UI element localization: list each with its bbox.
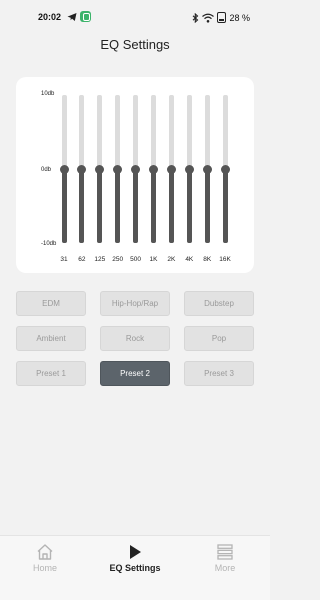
preset-button-ambient[interactable]: Ambient bbox=[16, 326, 86, 351]
eq-slider-fill bbox=[222, 169, 228, 243]
nav-home-label: Home bbox=[32, 563, 57, 573]
eq-slider-thumb[interactable] bbox=[95, 164, 105, 174]
battery-icon bbox=[217, 12, 227, 23]
preset-button-preset-2[interactable]: Preset 2 bbox=[100, 361, 170, 386]
eq-slider-thumb[interactable] bbox=[113, 164, 123, 174]
eq-slider-fill bbox=[151, 169, 156, 243]
db-label-max: 10db bbox=[41, 91, 55, 97]
battery-percent: 28 % bbox=[229, 12, 250, 23]
eq-slider-thumb[interactable] bbox=[184, 164, 194, 174]
app-notification-icon bbox=[80, 11, 91, 22]
eq-settings-screen: 20:02 28 % EQ Settings 10db 0db -10db 31… bbox=[0, 0, 270, 600]
eq-band-slider[interactable]: 125 bbox=[91, 95, 109, 265]
nav-home[interactable]: Home bbox=[0, 536, 90, 600]
eq-band-slider[interactable]: 4K bbox=[180, 95, 198, 265]
eq-slider-thumb[interactable] bbox=[131, 164, 141, 174]
preset-button-preset-3[interactable]: Preset 3 bbox=[184, 361, 254, 386]
status-right: 28 % bbox=[192, 12, 250, 23]
more-icon bbox=[217, 544, 233, 560]
eq-slider-fill bbox=[61, 169, 67, 243]
preset-button-preset-1[interactable]: Preset 1 bbox=[16, 361, 86, 386]
eq-band-slider[interactable]: 250 bbox=[109, 95, 127, 265]
nav-more-label: More bbox=[214, 563, 236, 573]
nav-eq-settings[interactable]: EQ Settings bbox=[90, 536, 180, 600]
eq-slider-fill bbox=[204, 169, 210, 243]
page-title: EQ Settings bbox=[100, 37, 170, 52]
eq-band-slider[interactable]: 500 bbox=[127, 95, 145, 265]
bluetooth-icon bbox=[193, 12, 199, 23]
eq-slider-thumb[interactable] bbox=[166, 164, 176, 174]
status-bar: 20:02 28 % bbox=[0, 0, 270, 30]
telegram-icon bbox=[67, 13, 77, 21]
preset-button-hip-hop-rap[interactable]: Hip-Hop/Rap bbox=[100, 291, 170, 316]
eq-slider-fill bbox=[79, 169, 85, 243]
nav-eq-settings-label: EQ Settings bbox=[109, 563, 161, 573]
eq-slider-thumb[interactable] bbox=[220, 164, 230, 174]
preset-button-rock[interactable]: Rock bbox=[100, 326, 170, 351]
eq-band-slider[interactable]: 8K bbox=[198, 95, 216, 265]
wifi-icon bbox=[202, 13, 215, 23]
preset-button-edm[interactable]: EDM bbox=[16, 291, 86, 316]
eq-slider-thumb[interactable] bbox=[77, 164, 87, 174]
eq-slider-fill bbox=[97, 169, 103, 243]
status-time: 20:02 bbox=[38, 12, 62, 22]
eq-slider-thumb[interactable] bbox=[59, 164, 69, 174]
eq-slider-fill bbox=[168, 169, 174, 243]
eq-band-slider[interactable]: 2K bbox=[162, 95, 180, 265]
eq-band-slider[interactable]: 31 bbox=[55, 95, 73, 265]
db-label-mid: 0db bbox=[41, 167, 52, 173]
bottom-nav: Home EQ Settings More bbox=[0, 535, 270, 600]
nav-more[interactable]: More bbox=[180, 536, 270, 600]
eq-band-slider[interactable]: 1K bbox=[145, 95, 163, 265]
eq-slider-thumb[interactable] bbox=[202, 164, 212, 174]
home-icon bbox=[37, 544, 53, 560]
eq-slider-thumb[interactable] bbox=[149, 164, 158, 174]
preset-button-pop[interactable]: Pop bbox=[184, 326, 254, 351]
eq-band-label: 16K bbox=[219, 256, 231, 263]
eq-slider-fill bbox=[133, 169, 139, 243]
eq-slider-fill bbox=[115, 169, 121, 243]
preset-button-dubstep[interactable]: Dubstep bbox=[184, 291, 254, 316]
play-icon bbox=[130, 545, 141, 559]
equalizer-card: 10db 0db -10db 31 62 125 250 500 1K 2K 4K 8K 16K bbox=[16, 77, 254, 273]
eq-band-slider[interactable]: 62 bbox=[73, 95, 91, 265]
eq-band-slider[interactable]: 16K bbox=[216, 95, 234, 265]
eq-slider-fill bbox=[186, 169, 192, 243]
